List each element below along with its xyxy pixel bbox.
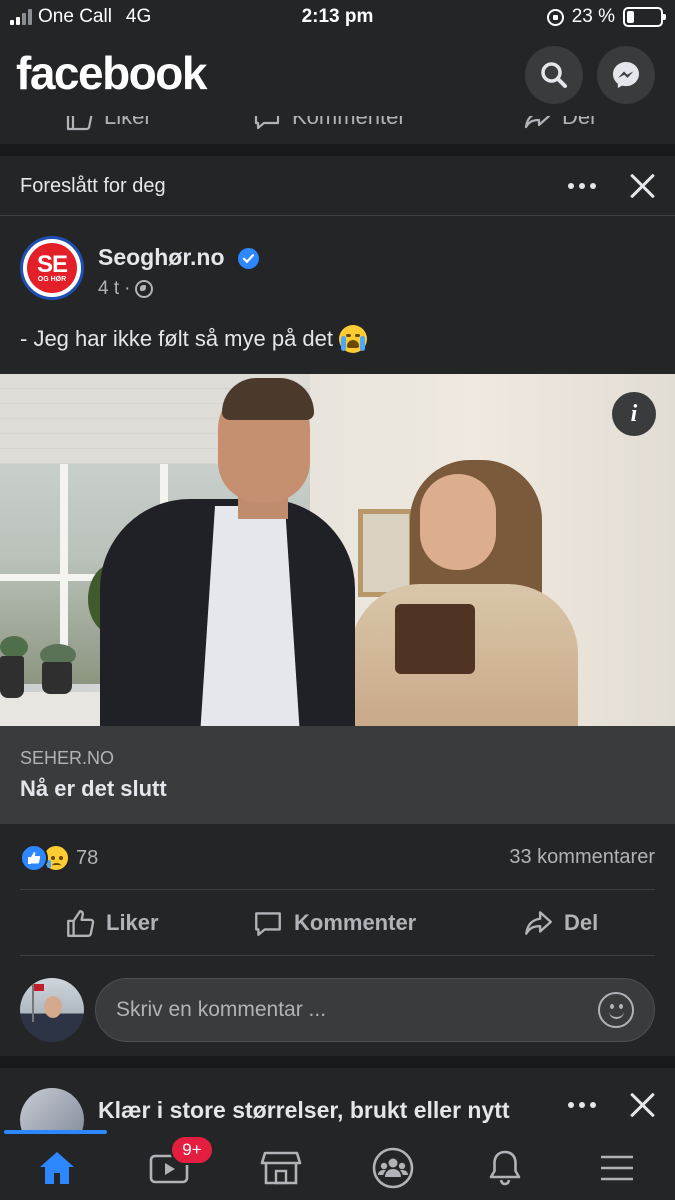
battery-icon [623,7,666,27]
post-text-row: - Jeg har ikke følt så mye på det [20,325,368,353]
comment-field[interactable] [95,978,655,1042]
messenger-icon [613,62,639,88]
battery-percent: 23 % [571,6,615,27]
previous-comment-button[interactable]: Kommenter [252,116,406,132]
divider [20,889,655,890]
post-text: - Jeg har ikke følt så mye på det [20,326,334,351]
status-right: 23 % [546,6,666,28]
facebook-logo[interactable]: facebook [16,46,207,100]
plant [0,636,28,658]
woman-dress-pattern [395,604,475,674]
comment-composer [0,976,675,1044]
next-post-avatar[interactable] [20,1088,84,1130]
previous-share-button[interactable]: Del [522,116,595,132]
marketplace-icon [260,1151,302,1185]
thumbs-up-icon [67,910,95,937]
wall-picture [358,509,414,597]
orientation-lock-icon [546,8,564,26]
post-image[interactable]: i [0,374,675,726]
link-preview[interactable]: SEHER.NO Nå er det slutt [0,726,675,824]
tab-notifications[interactable] [460,1140,550,1196]
notifications-icon [489,1150,521,1186]
reactions-summary[interactable]: 78 [20,844,98,872]
meta-separator: · [124,278,131,299]
tab-groups[interactable] [348,1140,438,1196]
man-shirt [200,506,300,726]
app-header: facebook [0,36,675,116]
user-avatar[interactable] [20,978,84,1042]
next-post-card: Klær i store størrelser, brukt eller nyt… [0,1068,675,1130]
search-icon [541,62,567,88]
page-logo-subtext: OG HØR [37,275,67,283]
next-post-title[interactable]: Klær i store størrelser, brukt eller nyt… [98,1097,510,1124]
tab-marketplace[interactable] [236,1140,326,1196]
bottom-tab-bar: 9+ [0,1130,675,1200]
like-label: Liker [106,910,159,935]
page-avatar[interactable]: SE OG HØR [20,236,84,300]
more-options-icon[interactable] [568,1100,602,1110]
active-tab-indicator [4,1130,107,1134]
divider [20,955,655,956]
comment-input[interactable] [116,979,586,1041]
close-icon[interactable] [628,172,656,200]
emoji-picker-icon[interactable] [598,992,634,1028]
verified-badge-icon [238,248,259,269]
plant-pot [42,662,72,694]
crying-face-emoji-icon [339,325,368,353]
suggested-label: Foreslått for deg [20,175,166,197]
link-domain: SEHER.NO [20,748,115,768]
search-button[interactable] [525,46,583,104]
link-title: Nå er det slutt [20,776,167,801]
comment-icon [255,912,281,936]
globe-icon [135,280,154,298]
post-actions: Liker Kommenter Del [0,891,675,955]
woman-head [420,474,496,570]
comment-icon [254,116,280,130]
like-button[interactable]: Liker [64,907,159,939]
previous-like-label: Liker [104,116,152,129]
info-icon[interactable]: i [612,392,656,436]
menu-icon [601,1155,633,1181]
share-button[interactable]: Del [522,907,598,939]
plant-pot [0,656,24,698]
suggested-post-card: Foreslått for deg SE OG HØR Seoghør.no 4… [0,156,675,1056]
like-reaction-icon [20,844,48,872]
page-logo: SE OG HØR [27,243,77,293]
page-logo-text: SE [36,250,68,278]
share-icon [525,911,552,935]
post-meta: 4 t · [98,278,154,300]
more-options-icon[interactable] [568,181,602,191]
previous-share-label: Del [562,116,596,129]
page-name[interactable]: Seoghør.no [98,244,225,271]
comments-count[interactable]: 33 kommentarer [509,846,655,869]
close-icon[interactable] [628,1091,656,1119]
reactions-count: 78 [76,846,99,869]
man-hair [222,378,314,420]
thumbs-up-icon [66,116,93,131]
comment-label: Kommenter [294,910,417,935]
tab-menu[interactable] [572,1140,662,1196]
suggested-header: Foreslått for deg [0,156,675,216]
home-icon [40,1152,74,1184]
previous-comment-label: Kommenter [292,116,406,129]
messenger-button[interactable] [597,46,655,104]
video-notification-badge: 9+ [170,1135,214,1165]
share-label: Del [564,910,599,935]
tab-home[interactable] [12,1140,102,1196]
comment-button[interactable]: Kommenter [252,907,416,939]
previous-like-button[interactable]: Liker [64,116,152,132]
status-bar: One Call 4G 2:13 pm 23 % [0,0,675,36]
groups-icon [372,1147,414,1189]
post-time[interactable]: 4 t [98,278,119,300]
previous-post-actions: Liker Kommenter Del [0,116,675,144]
share-icon [524,116,551,129]
